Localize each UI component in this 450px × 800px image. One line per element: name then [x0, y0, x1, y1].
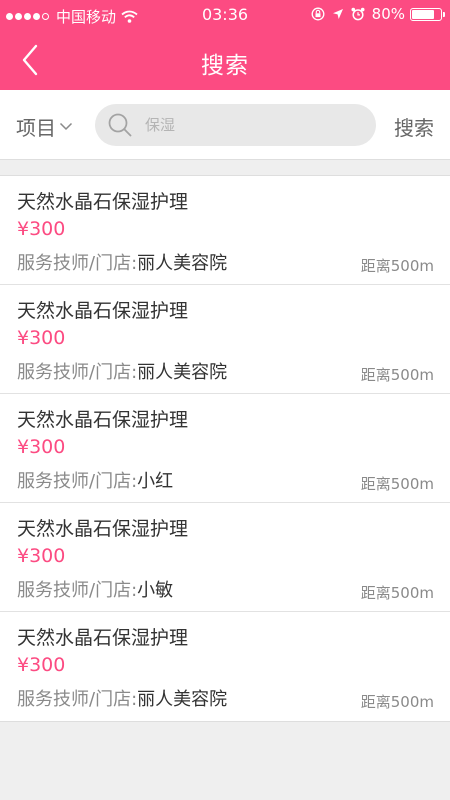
provider-label: 服务技师/门店:	[17, 580, 138, 601]
search-icon	[108, 113, 132, 137]
chevron-down-icon	[59, 122, 73, 131]
result-distance: 距离500m	[360, 366, 434, 384]
result-title: 天然水晶石保湿护理	[17, 300, 189, 322]
provider-name: 丽人美容院	[137, 362, 228, 383]
result-title: 天然水晶石保湿护理	[17, 518, 189, 540]
result-item[interactable]: 天然水晶石保湿护理 ¥300 服务技师/门店:小红 距离500m	[0, 394, 450, 503]
category-dropdown[interactable]: 项目	[16, 112, 73, 141]
provider-label: 服务技师/门店:	[17, 362, 138, 383]
search-box[interactable]	[95, 104, 376, 146]
status-right: 80%	[304, 5, 445, 23]
status-bar: 中国移动 03:36 80%	[0, 0, 450, 30]
result-price: ¥300	[17, 545, 66, 567]
result-price: ¥300	[17, 327, 66, 349]
result-distance: 距离500m	[360, 584, 434, 602]
search-input[interactable]	[143, 115, 357, 135]
orientation-lock-icon	[311, 7, 325, 21]
result-distance: 距离500m	[360, 693, 434, 711]
battery-level	[412, 9, 435, 19]
provider-name: 丽人美容院	[137, 689, 228, 710]
provider-label: 服务技师/门店:	[17, 689, 138, 710]
alarm-clock-icon	[351, 7, 365, 21]
provider-label: 服务技师/门店:	[17, 253, 138, 274]
provider-label: 服务技师/门店:	[17, 471, 138, 492]
result-price: ¥300	[17, 218, 66, 240]
category-label: 项目	[16, 116, 56, 140]
result-item[interactable]: 天然水晶石保湿护理 ¥300 服务技师/门店:小敏 距离500m	[0, 503, 450, 612]
result-price: ¥300	[17, 654, 66, 676]
search-bar: 项目 搜索	[0, 90, 450, 160]
result-item[interactable]: 天然水晶石保湿护理 ¥300 服务技师/门店:丽人美容院 距离500m	[0, 285, 450, 394]
result-provider: 服务技师/门店:小敏	[17, 576, 173, 602]
result-item[interactable]: 天然水晶石保湿护理 ¥300 服务技师/门店:丽人美容院 距离500m	[0, 612, 450, 721]
battery-icon	[410, 7, 445, 21]
result-price: ¥300	[17, 436, 66, 458]
result-provider: 服务技师/门店:小红	[17, 467, 173, 493]
result-item[interactable]: 天然水晶石保湿护理 ¥300 服务技师/门店:丽人美容院 距离500m	[0, 176, 450, 285]
result-title: 天然水晶石保湿护理	[17, 409, 189, 431]
result-title: 天然水晶石保湿护理	[17, 191, 189, 213]
result-provider: 服务技师/门店:丽人美容院	[17, 249, 227, 275]
result-distance: 距离500m	[360, 257, 434, 275]
page-title: 搜索	[201, 53, 249, 79]
provider-name: 小红	[137, 471, 174, 492]
app-screen: 中国移动 03:36 80% 搜索 项目 保湿 搜索 天然水晶石保湿护理 ¥30…	[0, 0, 450, 800]
result-provider: 服务技师/门店:丽人美容院	[17, 685, 227, 711]
results-list: 天然水晶石保湿护理 ¥300 服务技师/门店:丽人美容院 距离500m 天然水晶石保湿护…	[0, 175, 450, 722]
result-distance: 距离500m	[360, 475, 434, 493]
nav-bar: 搜索	[0, 30, 450, 90]
battery-percentage: 80%	[371, 5, 405, 23]
location-arrow-icon	[332, 9, 343, 19]
provider-name: 丽人美容院	[137, 253, 228, 274]
search-button[interactable]: 搜索	[394, 112, 434, 141]
result-title: 天然水晶石保湿护理	[17, 627, 189, 649]
result-provider: 服务技师/门店:丽人美容院	[17, 358, 227, 384]
provider-name: 小敏	[137, 580, 174, 601]
